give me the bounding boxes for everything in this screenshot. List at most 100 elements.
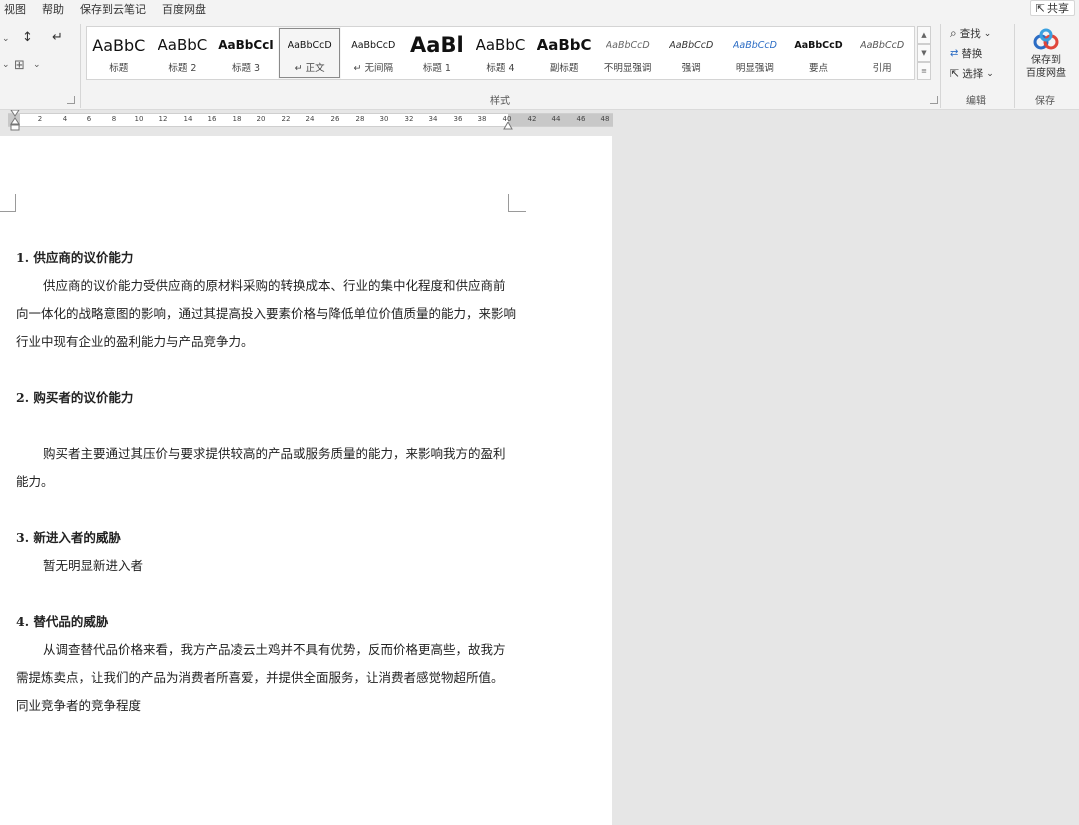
heading-supplier-power: 1. 供应商的议价能力 — [16, 250, 134, 265]
style-strong[interactable]: AaBbCcD 要点 — [787, 27, 851, 79]
ruler-tick: 16 — [207, 115, 217, 123]
paragraph: 暂无明显新进入者 — [43, 558, 144, 573]
styles-gallery: AaBbC 标题 AaBbC 标题 2 AaBbCcI 标题 3 AaBbCcD… — [86, 26, 915, 80]
heading-substitutes: 4. 替代品的威胁 — [16, 614, 109, 629]
style-heading-1[interactable]: AaBl 标题 1 — [405, 27, 469, 79]
style-name: ↵ 无间隔 — [353, 63, 393, 74]
style-subtitle[interactable]: AaBbC 副标题 — [532, 27, 596, 79]
separator — [940, 24, 941, 108]
style-title[interactable]: AaBbC 标题 — [87, 27, 151, 79]
menu-save-cloud-note[interactable]: 保存到云笔记 — [80, 1, 146, 17]
ruler-tick: 46 — [576, 115, 586, 123]
style-name: 标题 1 — [422, 63, 451, 74]
gallery-scroll-down[interactable]: ▼ — [917, 44, 931, 62]
gallery-scroll-up[interactable]: ▲ — [917, 26, 931, 44]
style-sample: AaBbCcD — [860, 39, 905, 51]
select-label: 选择 — [962, 68, 984, 80]
list-dropdown-arrow[interactable]: ⌄ — [2, 34, 10, 44]
heading-new-entrants: 3. 新进入者的威胁 — [16, 530, 121, 545]
ruler-tick: 28 — [355, 115, 365, 123]
right-indent-marker-icon[interactable] — [503, 122, 513, 130]
style-name: 引用 — [872, 63, 892, 74]
ruler-area: 2 4 6 8 10 12 14 16 18 20 22 24 26 28 30… — [0, 110, 1079, 132]
style-sample: AaBbC — [536, 36, 592, 54]
chevron-down-icon: ⌄ — [983, 28, 992, 39]
indent-marker-icon[interactable] — [10, 110, 20, 132]
borders-icon[interactable]: ⊞ — [14, 58, 25, 73]
style-sample: AaBbCcD — [732, 39, 777, 51]
ruler-tick: 32 — [404, 115, 414, 123]
style-subtle-emphasis[interactable]: AaBbCcD 不明显强调 — [596, 27, 660, 79]
gallery-expand-button[interactable]: ≡ — [917, 62, 931, 80]
style-name: 不明显强调 — [603, 63, 652, 74]
chevron-down-icon: ⌄ — [986, 68, 994, 79]
shading-dropdown-arrow[interactable]: ⌄ — [2, 60, 10, 70]
horizontal-ruler[interactable]: 2 4 6 8 10 12 14 16 18 20 22 24 26 28 30… — [8, 113, 613, 127]
styles-group-label: 样式 — [490, 96, 510, 107]
style-intense-emphasis[interactable]: AaBbCcD 明显强调 — [723, 27, 787, 79]
paragraph: 从调查替代品价格来看，我方产品凌云土鸡并不具有优势，反而价格更高些，故我方需提炼… — [16, 642, 506, 685]
sort-icon[interactable]: ↕ — [22, 30, 33, 45]
separator — [1014, 24, 1015, 108]
style-sample: AaBbC — [475, 36, 526, 54]
styles-dialog-launcher[interactable] — [930, 96, 938, 104]
share-icon: ⇱ — [1035, 1, 1045, 15]
borders-dropdown-arrow[interactable]: ⌄ — [33, 60, 41, 70]
menu-bar: 视图 帮助 保存到云笔记 百度网盘 — [0, 0, 1079, 18]
save-to-baidu-label: 保存到 百度网盘 — [1026, 55, 1066, 79]
save-to-baidu-button[interactable]: 保存到 百度网盘 — [1022, 28, 1070, 80]
replace-label: 替换 — [961, 48, 983, 60]
style-name: 要点 — [809, 63, 829, 74]
share-button[interactable]: ⇱ 共享 — [1029, 0, 1075, 16]
show-formatting-icon[interactable]: ↵ — [52, 30, 63, 45]
style-no-spacing[interactable]: AaBbCcD ↵ 无间隔 — [341, 27, 405, 79]
menu-baidu-netdisk[interactable]: 百度网盘 — [162, 1, 206, 17]
style-name: 标题 2 — [168, 63, 197, 74]
style-quote[interactable]: AaBbCcD 引用 — [850, 27, 914, 79]
ruler-tick: 38 — [477, 115, 487, 123]
share-label: 共享 — [1047, 2, 1069, 15]
paragraph: 购买者主要通过其压价与要求提供较高的产品或服务质量的能力，来影响我方的盈利能力。 — [16, 446, 506, 489]
style-name: 强调 — [681, 63, 701, 74]
style-heading-3[interactable]: AaBbCcI 标题 3 — [214, 27, 278, 79]
document-page[interactable]: 1. 供应商的议价能力 供应商的议价能力受供应商的原材料采购的转换成本、行业的集… — [0, 136, 612, 825]
ruler-tick: 34 — [428, 115, 438, 123]
style-heading-2[interactable]: AaBbC 标题 2 — [151, 27, 215, 79]
style-emphasis[interactable]: AaBbCcD 强调 — [659, 27, 723, 79]
style-name: 明显强调 — [735, 63, 774, 74]
style-normal[interactable]: AaBbCcD ↵ 正文 — [277, 27, 342, 79]
ruler-tick: 8 — [111, 115, 117, 123]
style-sample: AaBbCcI — [218, 38, 274, 52]
style-sample: AaBbCcD — [605, 39, 650, 51]
find-label: 查找 — [959, 28, 981, 40]
gallery-scroll: ▲ ▼ ≡ — [917, 26, 931, 80]
ruler-tick: 44 — [551, 115, 561, 123]
style-sample: AaBbCcD — [287, 39, 332, 51]
find-button[interactable]: ⌕ 查找 ⌄ — [950, 26, 991, 41]
style-heading-4[interactable]: AaBbC 标题 4 — [469, 27, 533, 79]
paragraph: 同业竞争者的竞争程度 — [16, 698, 142, 713]
menu-help[interactable]: 帮助 — [42, 1, 64, 17]
margin-corner-mark — [508, 194, 526, 212]
ruler-tick: 30 — [379, 115, 389, 123]
style-name: 标题 — [109, 63, 129, 74]
document-body[interactable]: 1. 供应商的议价能力 供应商的议价能力受供应商的原材料采购的转换成本、行业的集… — [16, 244, 516, 720]
style-sample: AaBbCcD — [794, 39, 843, 51]
cloud-icon — [1033, 28, 1059, 50]
style-sample: AaBbCcD — [351, 39, 396, 51]
style-sample: AaBl — [410, 33, 464, 57]
replace-button[interactable]: ⇄ 替换 — [950, 46, 982, 61]
style-name: 标题 3 — [231, 63, 261, 74]
style-sample: AaBbCcD — [669, 39, 714, 51]
save-group-label: 保存 — [1035, 96, 1055, 107]
ruler-tick: 22 — [281, 115, 291, 123]
paragraph-dialog-launcher[interactable] — [67, 96, 75, 104]
ruler-tick: 2 — [37, 115, 43, 123]
menu-view[interactable]: 视图 — [4, 1, 26, 17]
search-icon: ⌕ — [950, 26, 957, 40]
select-button[interactable]: ⇱ 选择 ⌄ — [950, 66, 994, 81]
style-sample: AaBbC — [157, 36, 208, 54]
ruler-tick: 4 — [62, 115, 68, 123]
